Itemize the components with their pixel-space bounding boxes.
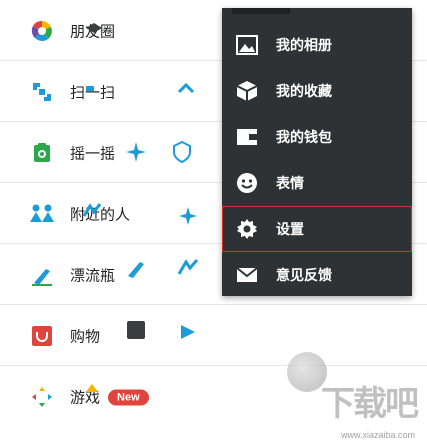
menu-item-feedback[interactable]: 意见反馈 — [222, 252, 412, 298]
watermark-url: www.xiazaiba.com — [341, 430, 416, 440]
menu-item-settings[interactable]: 设置 — [222, 206, 412, 252]
favorites-icon — [234, 78, 260, 104]
watermark: 下载吧 www.xiazaiba.com — [283, 352, 423, 444]
menu-item-stickers[interactable]: 表情 — [222, 160, 412, 206]
discover-item-label: 附近的人 — [70, 205, 131, 223]
shake-icon — [28, 139, 56, 167]
games-label: 游戏 — [70, 388, 101, 406]
menu-item-label: 我的相册 — [276, 38, 332, 54]
discover-item-label: 摇一摇 — [70, 144, 116, 162]
discover-item-label: 朋友圈 — [70, 22, 116, 40]
album-icon — [234, 32, 260, 58]
menu-item-label: 设置 — [276, 222, 304, 238]
nearby-people-icon — [28, 200, 56, 228]
sticker-icon — [234, 170, 260, 196]
wallet-icon — [234, 124, 260, 150]
more-menu: 我的相册 我的收藏 我的钱包 表情 设置 意见反馈 — [222, 8, 412, 296]
shopping-icon — [28, 322, 56, 350]
menu-item-favorites[interactable]: 我的收藏 — [222, 68, 412, 114]
scan-icon — [28, 78, 56, 106]
settings-icon — [234, 216, 260, 242]
menu-item-label: 我的收藏 — [276, 84, 332, 100]
menu-top-bar — [232, 8, 290, 14]
discover-item-label: 扫一扫 — [70, 83, 116, 101]
games-icon — [28, 383, 56, 411]
moments-icon — [28, 17, 56, 45]
discover-item-label: 购物 — [70, 327, 101, 345]
menu-item-album[interactable]: 我的相册 — [222, 22, 412, 68]
menu-item-label: 意见反馈 — [276, 268, 332, 284]
menu-item-label: 我的钱包 — [276, 130, 332, 146]
menu-item-label: 表情 — [276, 176, 304, 192]
watermark-text: 下载吧 — [321, 384, 419, 424]
menu-item-wallet[interactable]: 我的钱包 — [222, 114, 412, 160]
discover-item-label: 漂流瓶 — [70, 266, 116, 284]
discover-item-label: 游戏 New — [70, 386, 149, 407]
new-badge: New — [108, 389, 149, 406]
drift-bottle-icon — [28, 261, 56, 289]
feedback-icon — [234, 262, 260, 288]
